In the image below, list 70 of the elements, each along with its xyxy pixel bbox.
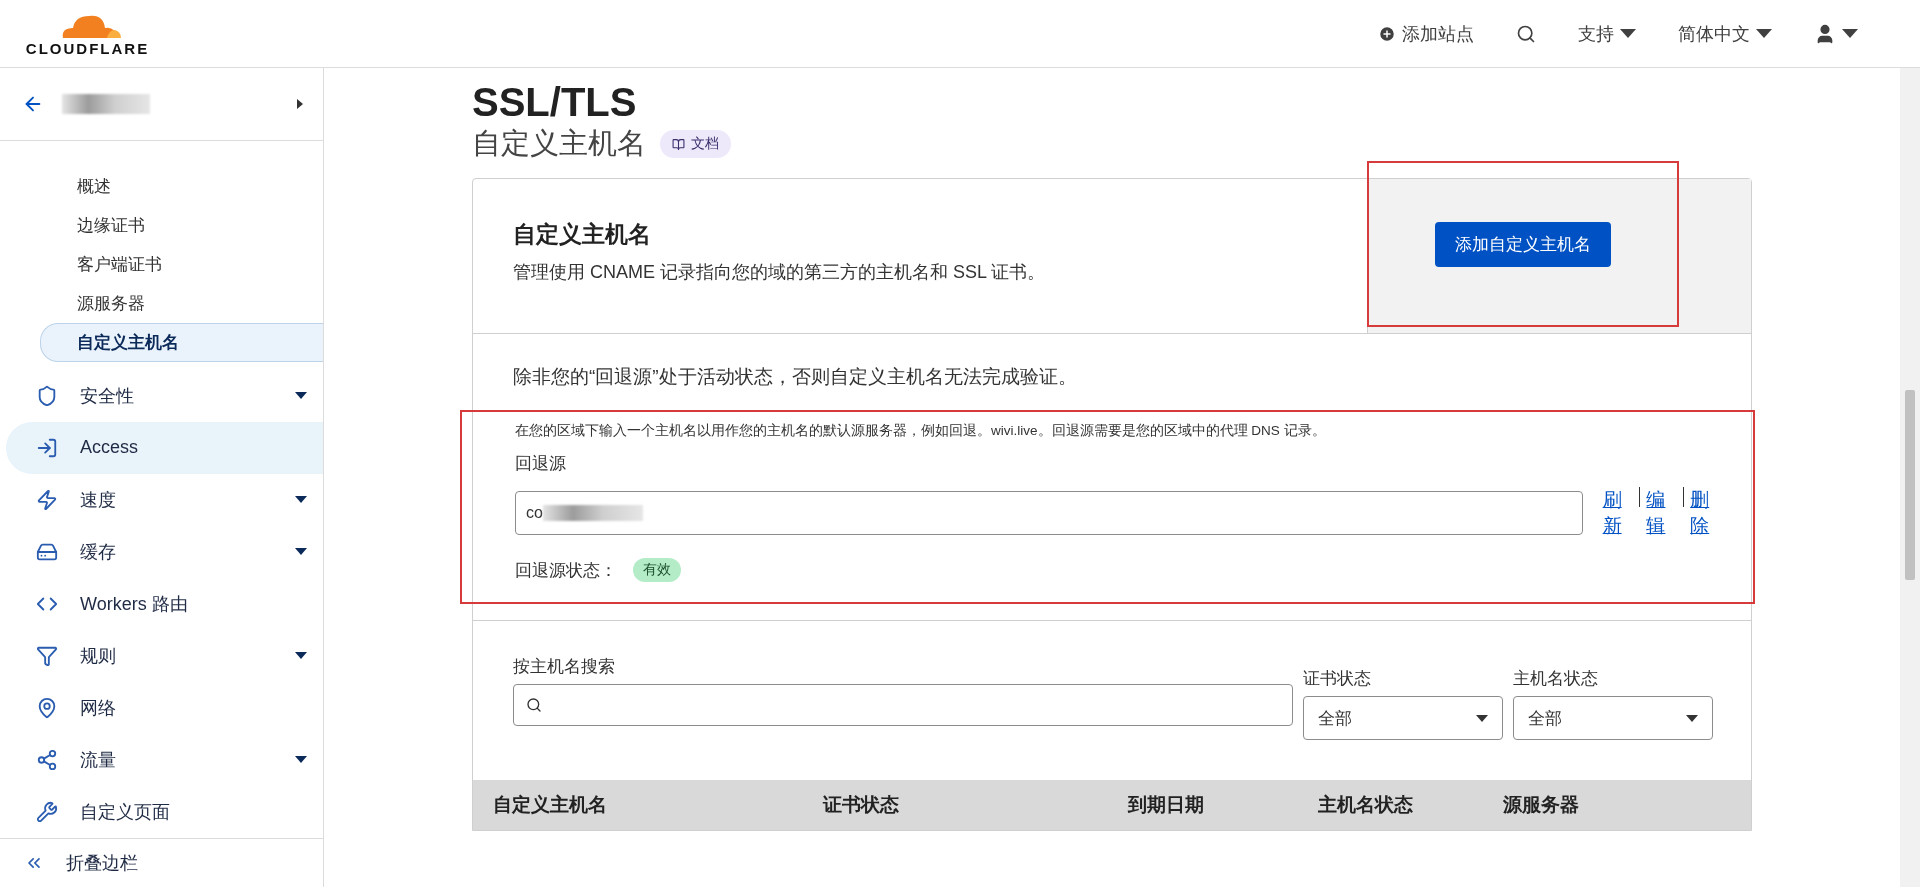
sidebar-item[interactable]: 规则 <box>6 629 323 682</box>
menu-dropdown[interactable]: 简体中文 <box>1678 17 1772 50</box>
caret-icon <box>1842 29 1858 38</box>
sidebar-item[interactable]: 流量 <box>6 733 323 786</box>
filter-select[interactable]: 全部 <box>1303 696 1503 741</box>
sidebar-item-label: 流量 <box>80 748 116 772</box>
sidebar-subitem[interactable]: 自定义主机名 <box>40 323 323 362</box>
filter-label: 证书状态 <box>1303 668 1372 691</box>
sidebar-item-label: Workers 路由 <box>80 592 188 616</box>
hint-text: 在您的区域下输入一个主机名以用作您的主机名的默认源服务器，例如回退。wivi.live。回退源需要是您的区域中的代理 DNS 记录。 <box>515 422 1327 440</box>
search-icon <box>526 697 542 714</box>
sidebar-item-label: 缓存 <box>80 540 116 564</box>
plus-icon <box>1378 24 1396 43</box>
caret-icon <box>1476 714 1488 722</box>
shield-icon <box>36 384 58 407</box>
sidebar-item[interactable]: 安全性 <box>6 369 323 422</box>
warning-text: 除非您的“回退源”处于活动状态，否则自定义主机名无法完成验证。 <box>513 365 1078 389</box>
column-header: 到期日期 <box>1128 793 1205 818</box>
lightning-icon <box>36 488 58 511</box>
column-header: 证书状态 <box>823 793 900 818</box>
sidebar-item-label: 规则 <box>80 644 116 668</box>
expand-arrow-icon[interactable] <box>297 99 303 110</box>
caret-icon <box>1686 714 1698 722</box>
collapse-sidebar-button[interactable]: 折叠边栏 <box>0 837 323 887</box>
sidebar-item-label: 自定义页面 <box>80 800 170 824</box>
map-pin-icon <box>36 696 58 719</box>
status-badge: 有效 <box>633 558 681 583</box>
add-site-button[interactable]: 添加站点 <box>1378 17 1474 50</box>
field-label: 回退源 <box>515 453 567 475</box>
search-icon <box>1516 23 1536 44</box>
status-label: 回退源状态： <box>515 559 617 582</box>
caret-icon <box>1756 29 1772 38</box>
search-label: 按主机名搜索 <box>513 656 616 679</box>
sidebar-item[interactable]: 网络 <box>6 681 323 734</box>
sign-in-icon <box>36 436 58 459</box>
column-header: 自定义主机名 <box>493 793 608 818</box>
docs-link[interactable]: 文档 <box>660 130 731 158</box>
page-title: SSL/TLS <box>472 80 638 124</box>
action-link[interactable]: 编辑 <box>1646 487 1670 539</box>
caret-icon <box>1620 29 1636 38</box>
page-subtitle: 自定义主机名 <box>472 126 646 161</box>
sidebar-item[interactable]: Workers 路由 <box>6 577 323 630</box>
sidebar-subitem[interactable]: 客户端证书 <box>40 245 323 284</box>
fallback-origin-field[interactable]: co <box>515 490 1583 535</box>
sidebar-item-label: Access <box>80 437 139 459</box>
filter-label: 主机名状态 <box>1513 668 1599 691</box>
sidebar-item-label: 速度 <box>80 488 116 512</box>
sidebar-subitem[interactable]: 边缘证书 <box>40 206 323 245</box>
sidebar-item[interactable]: 自定义页面 <box>6 785 323 838</box>
action-link[interactable]: 删除 <box>1690 487 1713 539</box>
logo-wordmark: CLOUDFLARE <box>25 40 150 57</box>
book-icon <box>672 137 685 151</box>
sidebar-item[interactable]: Access <box>6 421 323 474</box>
sidebar-item-label: 安全性 <box>80 384 134 408</box>
sidebar-item[interactable]: 速度 <box>6 473 323 526</box>
section-heading: 自定义主机名 <box>513 220 652 249</box>
sidebar-item[interactable]: 缓存 <box>6 525 323 578</box>
sidebar-subitem[interactable]: 源服务器 <box>40 284 323 323</box>
column-header: 源服务器 <box>1503 793 1580 818</box>
wrench-icon <box>36 800 58 823</box>
column-header: 主机名状态 <box>1318 793 1414 818</box>
add-hostname-button[interactable]: 添加自定义主机名 <box>1434 221 1611 267</box>
section-description: 管理使用 CNAME 记录指向您的域的第三方的主机名和 SSL 证书。 <box>513 261 1047 284</box>
filter-select[interactable]: 全部 <box>1513 696 1713 741</box>
sidebar-item-label: 网络 <box>80 696 116 720</box>
funnel-icon <box>36 644 58 667</box>
share-icon <box>36 748 58 771</box>
menu-dropdown[interactable]: 支持 <box>1578 17 1636 50</box>
action-link[interactable]: 刷新 <box>1602 487 1626 539</box>
sidebar-subitem[interactable]: 概述 <box>40 167 323 206</box>
